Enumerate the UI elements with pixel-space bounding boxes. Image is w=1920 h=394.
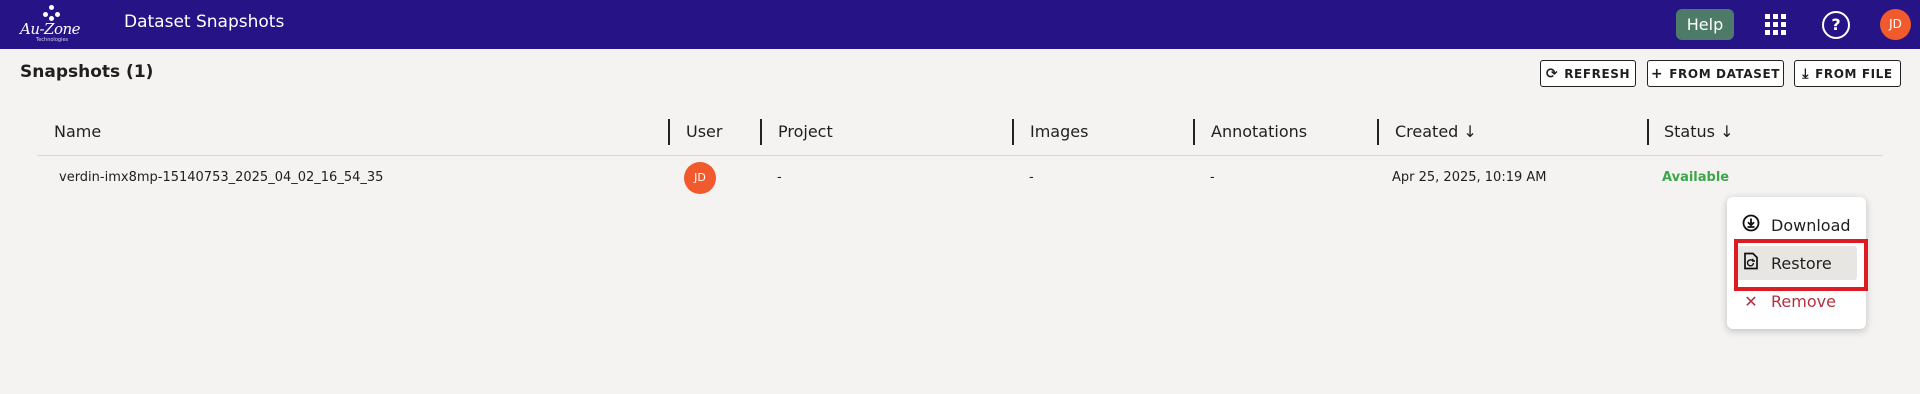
from-dataset-label: FROM DATASET — [1669, 66, 1781, 81]
from-dataset-button[interactable]: + FROM DATASET — [1647, 60, 1784, 87]
refresh-button[interactable]: ⟳ REFRESH — [1540, 60, 1636, 87]
logo-tagline: Technologies — [36, 37, 69, 43]
column-separator[interactable] — [1193, 119, 1195, 145]
column-header-created[interactable]: Created ↓ — [1395, 122, 1477, 141]
from-file-button[interactable]: ⤓ FROM FILE — [1794, 60, 1901, 87]
row-status-badge: Available — [1662, 170, 1730, 185]
download-icon: ⤓ — [1802, 65, 1810, 82]
column-header-status[interactable]: Status ↓ — [1664, 122, 1733, 141]
row-annotations: - — [1210, 170, 1215, 185]
close-icon: ✕ — [1744, 291, 1758, 311]
column-separator[interactable] — [1377, 119, 1379, 145]
column-separator[interactable] — [1647, 119, 1649, 145]
logo-text: Au-Zone — [20, 20, 81, 38]
user-avatar[interactable]: JD — [1880, 9, 1911, 40]
restore-highlight-box — [1734, 239, 1868, 291]
row-user-avatar: JD — [684, 162, 716, 194]
help-button[interactable]: Help — [1676, 9, 1734, 40]
plus-icon: + — [1650, 65, 1664, 82]
column-separator[interactable] — [760, 119, 762, 145]
row-images: - — [1029, 170, 1034, 185]
from-file-label: FROM FILE — [1815, 66, 1893, 81]
logo-dots-icon — [40, 5, 64, 21]
column-separator[interactable] — [1012, 119, 1014, 145]
column-separator[interactable] — [668, 119, 670, 145]
table-header-divider — [37, 155, 1883, 156]
top-bar: Au-Zone Technologies Dataset Snapshots H… — [0, 0, 1920, 49]
column-header-images[interactable]: Images — [1030, 122, 1088, 141]
refresh-icon: ⟳ — [1545, 65, 1559, 82]
column-header-user[interactable]: User — [686, 122, 722, 141]
menu-item-label: Download — [1771, 215, 1851, 235]
app-title: Dataset Snapshots — [124, 12, 285, 32]
column-header-annotations[interactable]: Annotations — [1211, 122, 1307, 141]
menu-item-label: Remove — [1771, 291, 1836, 311]
menu-item-download[interactable]: Download — [1737, 208, 1857, 242]
apps-grid-icon[interactable] — [1765, 14, 1787, 36]
column-header-name[interactable]: Name — [54, 122, 101, 141]
question-circle-icon[interactable]: ? — [1822, 11, 1850, 39]
row-name[interactable]: verdin-imx8mp-15140753_2025_04_02_16_54_… — [59, 170, 383, 185]
column-header-project[interactable]: Project — [778, 122, 833, 141]
page-title: Snapshots (1) — [20, 62, 154, 82]
row-project: - — [777, 170, 782, 185]
row-created: Apr 25, 2025, 10:19 AM — [1392, 170, 1547, 185]
refresh-label: REFRESH — [1564, 66, 1631, 81]
download-circle-icon — [1737, 214, 1765, 236]
au-zone-logo[interactable]: Au-Zone Technologies — [20, 5, 82, 43]
